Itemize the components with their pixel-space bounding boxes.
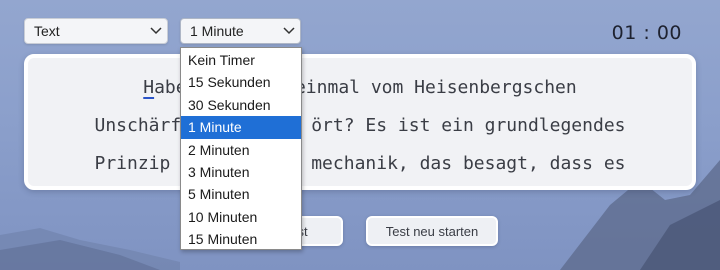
timer-option[interactable]: 15 Minuten [181,228,301,250]
chevron-down-icon [278,27,300,35]
timer-dropdown-list[interactable]: Kein Timer 15 Sekunden 30 Sekunden 1 Min… [180,47,302,250]
timer-option[interactable]: 30 Sekunden [181,94,301,116]
text-line-2: Unschärfep ört? Es ist ein grundlegendes [94,115,626,136]
restart-test-button[interactable]: Test neu starten [366,216,498,246]
text-line-3: Prinzip de mechanik, das besagt, dass es [94,153,626,174]
timer-display: 01 : 00 [611,22,682,44]
mode-select[interactable]: Text [24,18,168,44]
timer-option[interactable]: 2 Minuten [181,139,301,161]
mode-select-value: Text [34,23,60,39]
restart-test-label: Test neu starten [385,223,479,239]
chevron-down-icon [145,27,167,35]
timer-option[interactable]: 5 Minuten [181,183,301,205]
timer-option-selected[interactable]: 1 Minute [181,116,301,139]
timer-option[interactable]: 15 Sekunden [181,71,301,93]
timer-select-value: 1 Minute [190,23,244,39]
timer-option[interactable]: 10 Minuten [181,206,301,228]
typing-text-card[interactable]: Haben S einmal vom Heisenbergschen Unsch… [24,54,696,190]
timer-option[interactable]: Kein Timer [181,49,301,71]
current-char: H [143,77,155,98]
text-line-1: Haben S einmal vom Heisenbergschen [28,77,692,98]
timer-select[interactable]: 1 Minute [180,18,301,44]
timer-option[interactable]: 3 Minuten [181,161,301,183]
